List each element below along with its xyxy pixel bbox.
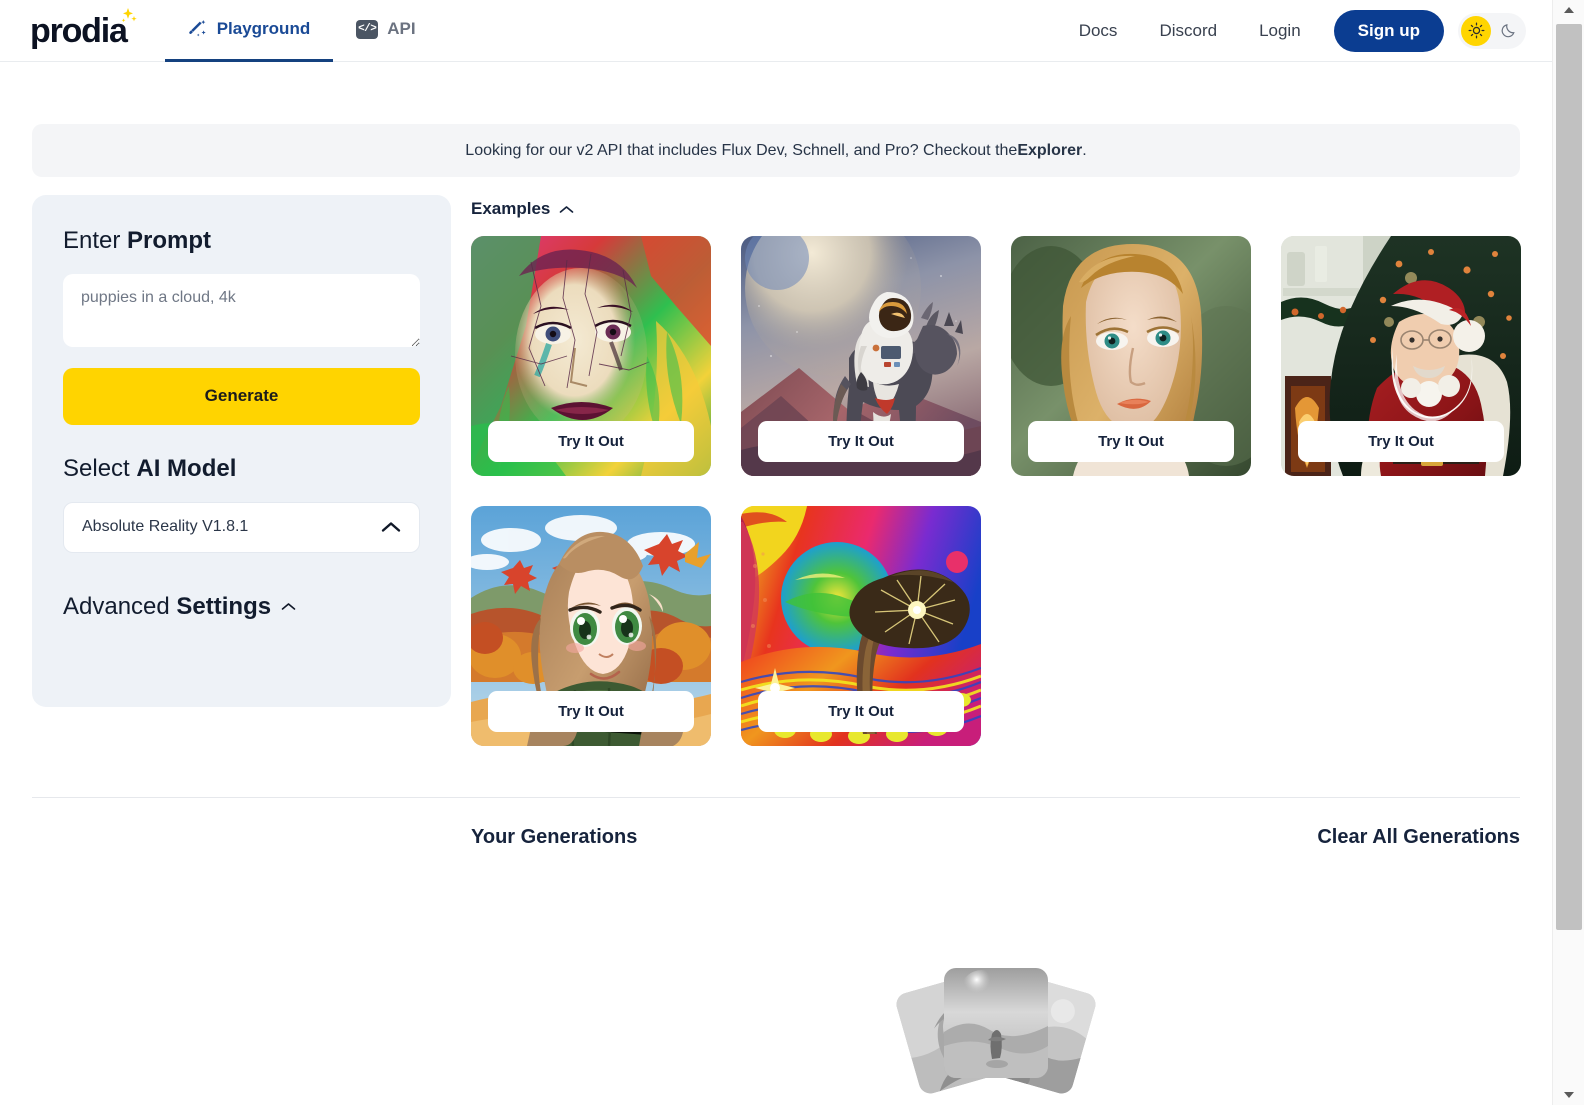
banner-text-before: Looking for our v2 API that includes Flu… [465, 141, 1018, 159]
try-it-out-button[interactable]: Try It Out [1028, 421, 1234, 462]
moon-icon [1501, 24, 1515, 38]
model-section-title: Select AI Model [63, 455, 420, 484]
scroll-up-arrow-icon[interactable] [1553, 0, 1584, 20]
site-header: prodia Playground </> API Docs Discord L… [0, 0, 1552, 62]
try-it-out-button[interactable]: Try It Out [758, 691, 964, 732]
generate-button[interactable]: Generate [63, 367, 420, 425]
try-it-out-button[interactable]: Try It Out [1298, 421, 1504, 462]
generations-title: Your Generations [471, 825, 638, 848]
browser-viewport: prodia Playground </> API Docs Discord L… [0, 0, 1584, 1105]
tab-api[interactable]: </> API [333, 0, 438, 62]
tab-playground[interactable]: Playground [164, 0, 334, 62]
magic-wand-icon [188, 20, 206, 37]
page-root: prodia Playground </> API Docs Discord L… [0, 0, 1552, 1105]
generations-header: Your Generations Clear All Generations [32, 798, 1520, 876]
example-card-psychedelic-tree-landscape[interactable]: Try It Out [741, 506, 981, 746]
v2-api-banner: Looking for our v2 API that includes Flu… [32, 124, 1520, 177]
theme-toggle [1458, 12, 1526, 49]
sparkles-icon [121, 7, 137, 22]
prompt-title-light: Enter [63, 227, 128, 254]
examples-grid: Try It Out Try It Out Try It Out Try It … [471, 236, 1521, 746]
sun-icon [1468, 22, 1484, 39]
prodia-logo[interactable]: prodia [30, 0, 137, 62]
header-actions: Docs Discord Login Sign up [1058, 9, 1552, 52]
scrollbar-thumb[interactable] [1556, 24, 1582, 930]
generation-controls-panel: Enter Prompt Generate Select AI Model Ab… [32, 195, 451, 707]
try-it-out-button[interactable]: Try It Out [488, 421, 694, 462]
try-it-out-button[interactable]: Try It Out [488, 691, 694, 732]
sign-up-button[interactable]: Sign up [1333, 9, 1444, 52]
banner-explorer-link[interactable]: Explorer [1017, 142, 1082, 160]
examples-header-toggle[interactable]: Examples [471, 199, 1520, 219]
logo-text: prodia [30, 11, 128, 50]
scroll-down-arrow-icon[interactable] [1553, 1085, 1584, 1105]
chevron-up-icon [281, 603, 296, 611]
tab-playground-label: Playground [216, 19, 311, 38]
examples-heading: Examples [471, 199, 551, 218]
model-title-bold: AI Model [136, 454, 237, 482]
model-select-value: Absolute Reality V1.8.1 [82, 518, 249, 536]
theme-dark-option[interactable] [1493, 16, 1523, 46]
nav-link-docs[interactable]: Docs [1058, 21, 1139, 41]
primary-nav-tabs: Playground </> API [164, 0, 439, 62]
nav-link-discord[interactable]: Discord [1138, 21, 1238, 41]
theme-light-option[interactable] [1461, 15, 1491, 46]
example-card-santa-claus-christmas-tree[interactable]: Try It Out [1281, 236, 1521, 476]
placeholder-figure-walking-image [943, 968, 1048, 1078]
advanced-title-light: Advanced [63, 592, 177, 620]
main-layout: Enter Prompt Generate Select AI Model Ab… [0, 177, 1552, 746]
example-card-photorealistic-blonde-woman-portrait[interactable]: Try It Out [1011, 236, 1251, 476]
advanced-settings-toggle[interactable]: Advanced Settings [63, 593, 420, 622]
advanced-title-bold: Settings [176, 592, 272, 620]
chevron-up-icon [381, 522, 401, 532]
clear-all-generations-button[interactable]: Clear All Generations [1317, 826, 1520, 849]
prompt-section-title: Enter Prompt [63, 227, 420, 256]
example-card-anime-girl-autumn-scarf[interactable]: Try It Out [471, 506, 711, 746]
prompt-title-bold: Prompt [127, 227, 212, 254]
page-scrollbar[interactable] [1552, 0, 1584, 1105]
model-title-light: Select [63, 454, 137, 482]
example-card-colorful-abstract-portrait[interactable]: Try It Out [471, 236, 711, 476]
chevron-up-icon [560, 205, 574, 213]
model-select-dropdown[interactable]: Absolute Reality V1.8.1 [63, 501, 420, 553]
generations-empty-state [0, 962, 1552, 1097]
placeholder-card-center [943, 968, 1048, 1078]
example-card-astronaut-riding-horse-alien-planet[interactable]: Try It Out [741, 236, 981, 476]
try-it-out-button[interactable]: Try It Out [758, 421, 964, 462]
examples-section: Examples Try It Out Try It Out Try It Ou… [471, 195, 1521, 746]
advanced-settings-title: Advanced Settings [63, 593, 271, 622]
banner-text-after: . [1082, 141, 1087, 159]
prompt-input[interactable] [63, 273, 420, 347]
code-brackets-icon: </> [356, 19, 379, 39]
nav-link-login[interactable]: Login [1238, 21, 1322, 41]
fanned-image-cards-placeholder-icon [893, 962, 1098, 1097]
tab-api-label: API [387, 19, 416, 38]
